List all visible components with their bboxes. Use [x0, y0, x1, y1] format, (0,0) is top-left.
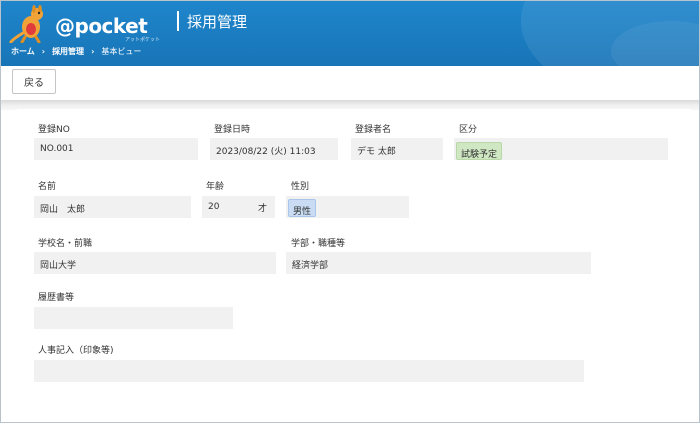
- registrant-label: 登録者名: [355, 125, 392, 135]
- chevron-right-icon: ›: [91, 47, 95, 56]
- name-field: 岡山 太郎: [34, 196, 191, 218]
- record-form: 登録NO NO.001 登録日時 2023/08/22 (火) 11:03 登録…: [17, 109, 691, 412]
- gender-badge: 男性: [288, 199, 317, 217]
- resume-label: 履歴書等: [38, 293, 75, 303]
- faculty-label: 学部・職種等: [291, 239, 346, 249]
- chevron-right-icon: ›: [41, 47, 46, 56]
- page-title: 採用管理: [187, 13, 248, 31]
- app-logo[interactable]: @pocket アットポケット: [9, 5, 160, 43]
- name-label: 名前: [38, 182, 57, 192]
- reg-datetime-label: 登録日時: [214, 125, 251, 135]
- breadcrumb-home-link[interactable]: ホーム: [11, 46, 35, 57]
- title-divider: [177, 11, 179, 31]
- registrant-field: デモ 太郎: [351, 138, 443, 160]
- gender-field: 男性: [286, 196, 409, 218]
- logo-subtext: アットポケット: [125, 37, 161, 43]
- school-label: 学校名・前職: [38, 239, 93, 249]
- faculty-field: 経済学部: [286, 252, 591, 274]
- logo-wordmark: @pocket: [55, 14, 148, 38]
- back-button[interactable]: 戻る: [12, 69, 56, 94]
- breadcrumb-current: 基本ビュー: [101, 47, 142, 56]
- breadcrumb: ホーム › 採用管理 › 基本ビュー: [11, 46, 141, 57]
- school-field: 岡山大学: [34, 252, 276, 274]
- gender-label: 性別: [291, 182, 310, 192]
- reg-no-field: NO.001: [34, 138, 198, 160]
- resume-field: [34, 307, 233, 329]
- age-value: 20: [208, 202, 220, 212]
- category-field: 試験予定: [454, 138, 668, 160]
- reg-no-label: 登録NO: [38, 125, 70, 135]
- age-unit: 才: [258, 204, 268, 214]
- hr-notes-label: 人事記入（印象等): [38, 346, 114, 356]
- category-label: 区分: [459, 125, 478, 135]
- category-badge: 試験予定: [456, 142, 503, 160]
- app-window: @pocket アットポケット 採用管理 ホーム › 採用管理 › 基本ビュー …: [0, 0, 700, 423]
- kangaroo-icon: [9, 5, 43, 43]
- breadcrumb-recruitment-link[interactable]: 採用管理: [52, 46, 84, 57]
- app-header: @pocket アットポケット 採用管理 ホーム › 採用管理 › 基本ビュー: [1, 1, 699, 66]
- hr-notes-field: [34, 360, 584, 382]
- toolbar: 戻る: [1, 66, 699, 101]
- age-label: 年齢: [206, 182, 225, 192]
- age-field: 20 才: [202, 196, 275, 218]
- reg-datetime-field: 2023/08/22 (火) 11:03: [210, 138, 338, 160]
